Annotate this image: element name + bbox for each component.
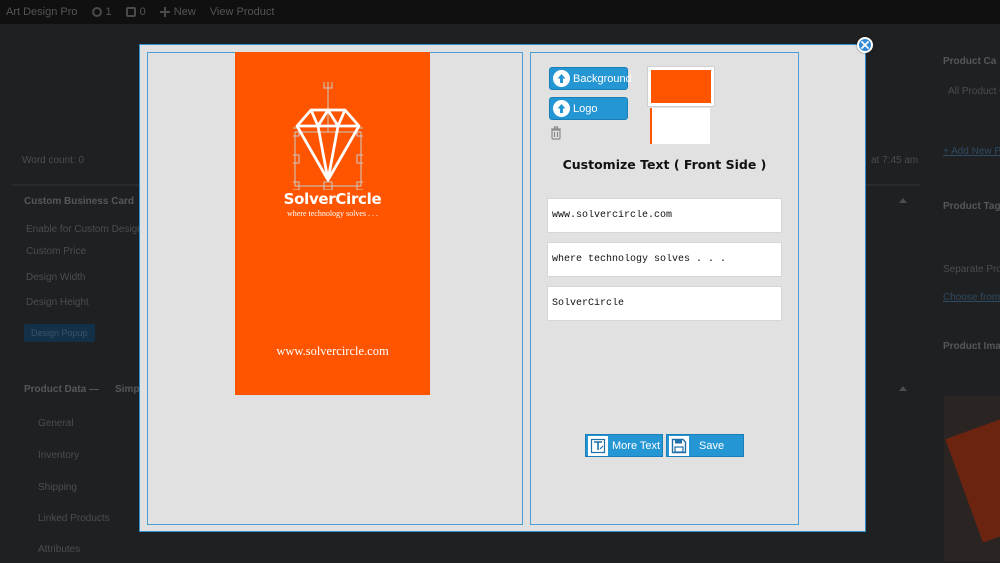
design-width-label: Design Width xyxy=(26,272,86,283)
add-new-category-link[interactable]: + Add New P xyxy=(943,146,1000,157)
tab-inventory[interactable]: Inventory xyxy=(38,450,79,461)
back-side-thumbnail[interactable] xyxy=(650,108,710,144)
last-edited: at 7:45 am xyxy=(871,155,919,166)
updates-icon xyxy=(91,7,102,17)
updates-count: 1 xyxy=(105,6,112,18)
comment-icon xyxy=(125,7,136,17)
text-field-url[interactable] xyxy=(547,198,782,233)
more-text-label: More Text xyxy=(612,439,661,452)
product-type[interactable]: Simp xyxy=(115,384,139,395)
admin-comments[interactable]: 0 xyxy=(125,6,146,18)
logo-button-label: Logo xyxy=(573,102,598,115)
collapse-arrow-icon[interactable] xyxy=(899,386,907,391)
admin-view-product[interactable]: View Product xyxy=(210,6,275,18)
product-image-title: Product Ima xyxy=(943,341,1000,352)
background-button-label: Background xyxy=(573,72,632,85)
custom-card-box-title: Custom Business Card xyxy=(24,196,135,207)
more-text-button[interactable]: More Text xyxy=(585,434,663,457)
save-button-label: Save xyxy=(699,439,725,452)
enable-custom-label: Enable for Custom Design xyxy=(26,224,143,235)
choose-tags-link[interactable]: Choose from xyxy=(943,292,1000,303)
tags-hint: Separate Prod xyxy=(943,264,1000,275)
tab-general[interactable]: General xyxy=(38,418,74,429)
admin-bar: Art Design Pro 1 0 New View Product xyxy=(0,0,1000,24)
comments-count: 0 xyxy=(139,6,146,18)
close-button[interactable] xyxy=(857,37,873,53)
customize-text-title: Customize Text ( Front Side ) xyxy=(562,157,767,172)
front-side-thumbnail[interactable] xyxy=(647,66,715,107)
upload-arrow-icon xyxy=(553,100,570,117)
tab-shipping[interactable]: Shipping xyxy=(38,482,77,493)
text-tool-icon xyxy=(588,435,608,456)
product-tags-title: Product Tag xyxy=(943,201,1000,212)
card-company-name[interactable]: SolverCircle xyxy=(235,190,430,208)
logo-button[interactable]: Logo xyxy=(549,97,628,120)
close-icon xyxy=(861,41,869,49)
text-field-tagline[interactable] xyxy=(547,242,782,277)
background-button[interactable]: Background xyxy=(549,67,632,90)
card-tagline[interactable]: where technology solves . . . xyxy=(235,209,430,218)
collapse-arrow-icon[interactable] xyxy=(899,198,907,203)
admin-site-name[interactable]: Art Design Pro xyxy=(6,6,78,18)
custom-price-label: Custom Price xyxy=(26,246,87,257)
admin-new[interactable]: New xyxy=(159,6,196,18)
plus-icon xyxy=(159,7,170,17)
upload-arrow-icon xyxy=(553,70,570,87)
logo-selection[interactable] xyxy=(293,82,363,190)
design-popup-button[interactable]: Design Popup xyxy=(24,324,95,342)
product-image-thumbnail[interactable] xyxy=(944,396,1000,561)
card-front-preview[interactable]: SolverCircle where technology solves . .… xyxy=(235,52,430,395)
save-disk-icon xyxy=(669,435,689,456)
product-categories-title: Product Ca xyxy=(943,56,997,67)
front-side-color xyxy=(651,70,711,103)
save-button[interactable]: Save xyxy=(666,434,744,457)
word-count: Word count: 0 xyxy=(22,155,85,166)
diamond-icon xyxy=(295,108,361,182)
admin-new-label: New xyxy=(173,6,196,18)
product-image-card xyxy=(945,415,1000,543)
text-field-company[interactable] xyxy=(547,286,782,321)
tab-linked-products[interactable]: Linked Products xyxy=(38,513,110,524)
admin-updates[interactable]: 1 xyxy=(91,6,112,18)
all-categories-tab[interactable]: All Product C xyxy=(948,86,1000,97)
design-height-label: Design Height xyxy=(26,297,89,308)
tab-attributes[interactable]: Attributes xyxy=(38,544,80,555)
trash-icon[interactable] xyxy=(550,126,562,140)
card-url[interactable]: www.solvercircle.com xyxy=(235,344,430,359)
product-data-title: Product Data — xyxy=(24,384,100,395)
